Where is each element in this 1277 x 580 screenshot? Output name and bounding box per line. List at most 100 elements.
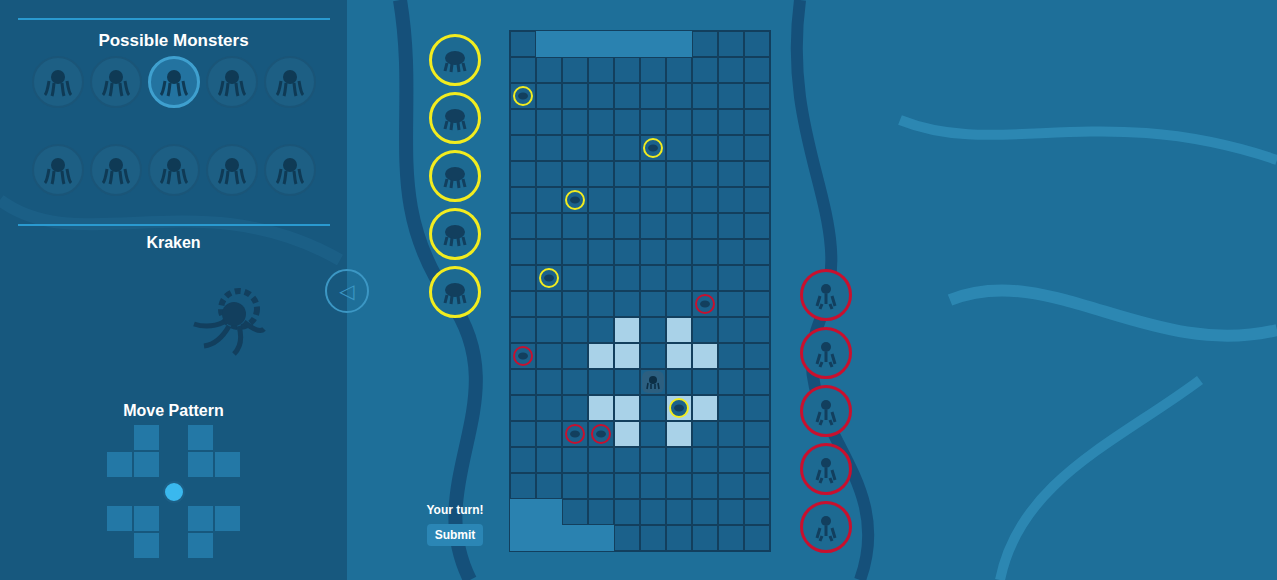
board-cell[interactable] (640, 291, 666, 317)
board-cell[interactable] (510, 343, 536, 369)
monster-option[interactable] (206, 56, 258, 108)
board-cell[interactable] (536, 343, 562, 369)
board-cell[interactable] (588, 265, 614, 291)
board-cell[interactable] (744, 525, 770, 551)
board-cell[interactable] (562, 291, 588, 317)
board-cell[interactable] (718, 187, 744, 213)
board-cell[interactable] (536, 317, 562, 343)
board-cell[interactable] (718, 395, 744, 421)
board-cell[interactable] (536, 395, 562, 421)
board-cell[interactable] (562, 343, 588, 369)
board-cell[interactable] (588, 187, 614, 213)
board-cell[interactable] (588, 57, 614, 83)
board-cell[interactable] (666, 31, 692, 57)
token-piece[interactable] (565, 424, 585, 444)
board-cell[interactable] (562, 317, 588, 343)
board-cell[interactable] (744, 109, 770, 135)
board-cell[interactable] (562, 187, 588, 213)
board-cell[interactable] (744, 499, 770, 525)
board-cell[interactable] (744, 343, 770, 369)
board-cell[interactable] (614, 447, 640, 473)
board-cell[interactable] (588, 31, 614, 57)
board-cell[interactable] (640, 317, 666, 343)
reserve-piece[interactable] (429, 266, 481, 318)
board-cell[interactable] (536, 239, 562, 265)
board-cell[interactable] (640, 187, 666, 213)
reserve-piece[interactable] (429, 34, 481, 86)
board-cell[interactable] (614, 109, 640, 135)
board-cell[interactable] (666, 83, 692, 109)
board-cell[interactable] (588, 499, 614, 525)
board-cell[interactable] (510, 447, 536, 473)
board-cell[interactable] (718, 369, 744, 395)
board-cell[interactable] (536, 213, 562, 239)
board-cell[interactable] (692, 473, 718, 499)
board-cell[interactable] (562, 135, 588, 161)
board-cell[interactable] (640, 421, 666, 447)
token-piece[interactable] (565, 190, 585, 210)
board-cell[interactable] (666, 161, 692, 187)
board-cell[interactable] (562, 239, 588, 265)
board-cell[interactable] (614, 291, 640, 317)
board-cell[interactable] (614, 187, 640, 213)
reserve-piece[interactable] (800, 327, 852, 379)
board-cell[interactable] (692, 499, 718, 525)
board-cell[interactable] (692, 31, 718, 57)
board-cell[interactable] (744, 473, 770, 499)
board-cell[interactable] (588, 395, 614, 421)
board-cell[interactable] (536, 421, 562, 447)
board-cell[interactable] (588, 447, 614, 473)
board-cell[interactable] (692, 447, 718, 473)
board-cell[interactable] (510, 369, 536, 395)
board-cell[interactable] (718, 291, 744, 317)
board-cell[interactable] (744, 421, 770, 447)
board-cell[interactable] (614, 473, 640, 499)
board-cell[interactable] (692, 525, 718, 551)
board-cell[interactable] (718, 343, 744, 369)
board-cell[interactable] (510, 161, 536, 187)
board-cell[interactable] (562, 499, 588, 525)
board-cell[interactable] (718, 83, 744, 109)
board-cell[interactable] (562, 473, 588, 499)
token-piece[interactable] (513, 86, 533, 106)
reserve-piece[interactable] (800, 443, 852, 495)
board-cell[interactable] (536, 265, 562, 291)
board-cell[interactable] (562, 161, 588, 187)
board-cell[interactable] (718, 239, 744, 265)
token-piece[interactable] (643, 138, 663, 158)
board-cell[interactable] (640, 109, 666, 135)
board-cell[interactable] (536, 161, 562, 187)
board-cell[interactable] (666, 135, 692, 161)
board-cell[interactable] (536, 447, 562, 473)
board-cell[interactable] (718, 57, 744, 83)
board-cell[interactable] (692, 135, 718, 161)
board-cell[interactable] (744, 161, 770, 187)
board-cell[interactable] (588, 83, 614, 109)
board-cell[interactable] (666, 499, 692, 525)
board-cell[interactable] (614, 135, 640, 161)
board-cell[interactable] (718, 109, 744, 135)
board-cell[interactable] (718, 447, 744, 473)
board-cell[interactable] (744, 369, 770, 395)
board-cell[interactable] (666, 473, 692, 499)
board-cell[interactable] (510, 31, 536, 57)
board-cell[interactable] (510, 317, 536, 343)
board-cell[interactable] (718, 213, 744, 239)
board-cell[interactable] (666, 291, 692, 317)
board-cell[interactable] (692, 369, 718, 395)
board-cell[interactable] (640, 447, 666, 473)
board-cell[interactable] (536, 57, 562, 83)
board-cell[interactable] (744, 135, 770, 161)
monster-option[interactable] (206, 144, 258, 196)
board-cell[interactable] (692, 57, 718, 83)
board-cell[interactable] (562, 421, 588, 447)
board-cell[interactable] (562, 213, 588, 239)
board-cell[interactable] (510, 499, 536, 525)
board-cell[interactable] (692, 395, 718, 421)
board-cell[interactable] (692, 343, 718, 369)
board-cell[interactable] (510, 187, 536, 213)
board-cell[interactable] (692, 161, 718, 187)
monster-option[interactable] (148, 144, 200, 196)
monster-option[interactable] (90, 144, 142, 196)
board-cell[interactable] (562, 109, 588, 135)
